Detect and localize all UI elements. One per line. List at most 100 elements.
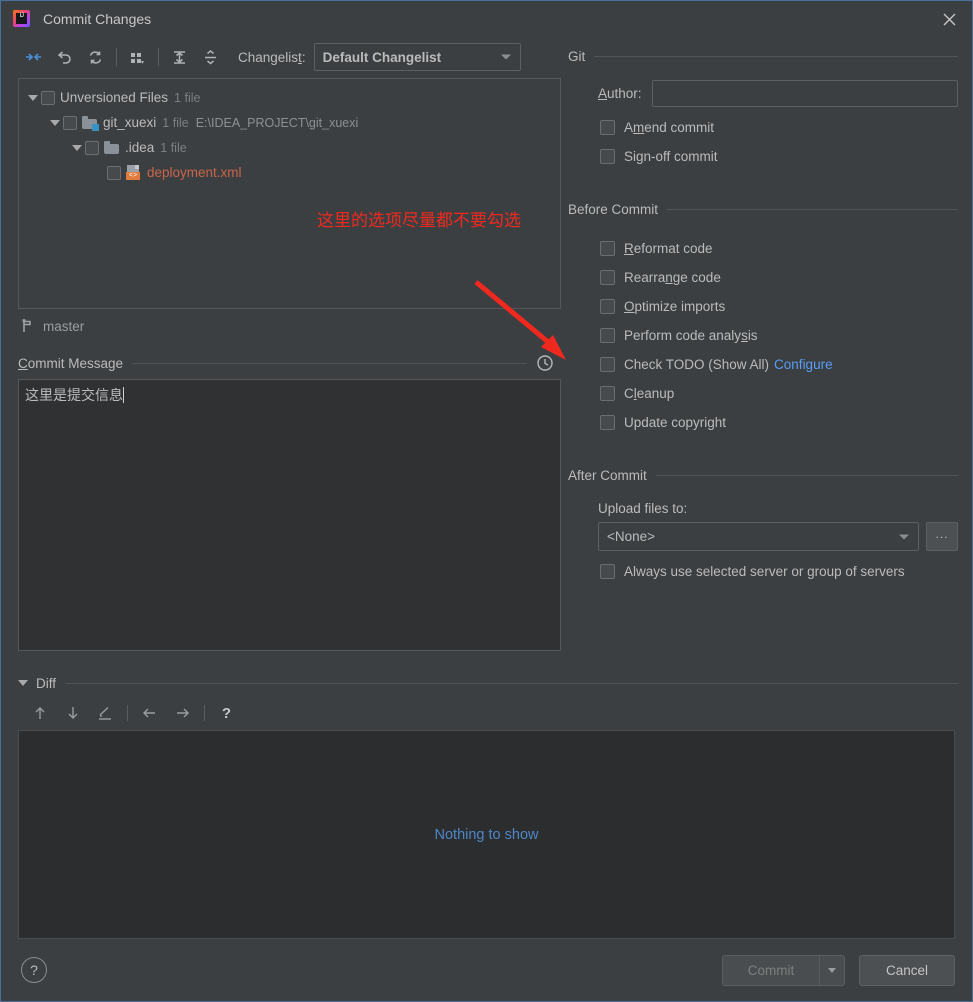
toolbar-separator [116, 48, 117, 66]
optimize-imports-checkbox[interactable] [600, 299, 615, 314]
collapse-all-button[interactable] [195, 43, 226, 71]
tree-row[interactable]: git_xuexi 1 file E:\IDEA_PROJECT\git_xue… [19, 110, 560, 135]
diff-empty-text: Nothing to show [434, 826, 539, 843]
diff-viewer: Nothing to show [18, 730, 955, 939]
diff-toolbar: ? [1, 696, 972, 730]
group-by-button[interactable] [122, 43, 153, 71]
optimize-imports-row[interactable]: Optimize imports [568, 292, 972, 321]
tree-row-label: Unversioned Files [60, 90, 169, 105]
rearrange-code-row[interactable]: Rearrange code [568, 263, 972, 292]
close-icon[interactable] [926, 1, 972, 37]
always-use-server-checkbox[interactable] [600, 564, 615, 579]
chevron-down-icon [500, 54, 511, 60]
changelist-label: Changelist: [238, 49, 306, 65]
commit-message-input[interactable]: 这里是提交信息 [18, 379, 561, 651]
dialog-body: Changelist: Default Changelist Unversion… [1, 37, 972, 670]
amend-commit-checkbox[interactable] [600, 120, 615, 135]
intellij-idea-logo-icon: IJ [12, 9, 32, 29]
update-copyright-label: Update copyright [624, 415, 727, 430]
update-copyright-checkbox[interactable] [600, 415, 615, 430]
question-mark-icon[interactable]: ? [210, 700, 243, 726]
chevron-expanded-icon[interactable] [47, 119, 63, 126]
sign-off-commit-checkbox[interactable] [600, 149, 615, 164]
rearrange-code-checkbox[interactable] [600, 270, 615, 285]
commit-message-header: Commit Message [18, 349, 561, 377]
toolbar-separator-2 [158, 48, 159, 66]
next-difference-button[interactable] [56, 700, 89, 726]
right-panel: Git Author: Amend commit Sign-off commit… [561, 37, 972, 670]
check-todo-checkbox[interactable] [600, 357, 615, 372]
after-commit-section-title: After Commit [568, 467, 647, 483]
tree-row-label: git_xuexi [103, 115, 157, 130]
amend-commit-label: Amend commit [624, 120, 715, 135]
commit-split-button: Commit [722, 954, 845, 986]
changes-tree[interactable]: Unversioned Files 1 file git_xuexi 1 fil… [18, 78, 561, 309]
expand-all-button[interactable] [164, 43, 195, 71]
check-todo-label: Check TODO (Show All) [624, 357, 770, 372]
changelist-value: Default Changelist [322, 49, 442, 65]
before-commit-section-header: Before Commit [568, 197, 972, 221]
after-commit-section-header: After Commit [568, 463, 972, 487]
amend-commit-row[interactable]: Amend commit [568, 113, 972, 142]
tree-row-path: E:\IDEA_PROJECT\git_xuexi [195, 115, 359, 130]
cancel-button[interactable]: Cancel [859, 954, 955, 986]
branch-name: master [43, 318, 85, 334]
sign-off-commit-row[interactable]: Sign-off commit [568, 142, 972, 171]
git-section-header: Git [568, 44, 972, 68]
divider [66, 682, 958, 684]
tree-row-checkbox[interactable] [107, 165, 121, 180]
previous-file-button[interactable] [133, 700, 166, 726]
tree-row-checkbox[interactable] [85, 140, 99, 155]
upload-target-row: <None> ... [568, 522, 972, 551]
chevron-expanded-icon[interactable] [69, 144, 85, 151]
changelist-dropdown[interactable]: Default Changelist [313, 43, 521, 71]
tree-row[interactable]: Unversioned Files 1 file [19, 85, 560, 110]
cleanup-checkbox[interactable] [600, 386, 615, 401]
tree-row-checkbox[interactable] [41, 90, 55, 105]
tree-row[interactable]: .idea 1 file [19, 135, 560, 160]
configure-link[interactable]: Configure [774, 357, 833, 372]
show-diff-button[interactable] [18, 43, 49, 71]
tree-row-label: deployment.xml [147, 165, 242, 180]
perform-code-analysis-row[interactable]: Perform code analysis [568, 321, 972, 350]
reformat-code-label: Reformat code [624, 241, 713, 256]
always-use-server-row[interactable]: Always use selected server or group of s… [568, 557, 972, 586]
author-field[interactable] [651, 80, 958, 107]
help-button[interactable]: ? [21, 957, 47, 983]
reformat-code-checkbox[interactable] [600, 241, 615, 256]
refresh-button[interactable] [80, 43, 111, 71]
author-row: Author: [568, 80, 972, 107]
chevron-expanded-icon[interactable] [18, 680, 28, 686]
branch-indicator: master [18, 313, 561, 339]
toolbar-separator-2 [204, 705, 205, 721]
tree-row-checkbox[interactable] [63, 115, 77, 130]
edit-source-pencil-icon[interactable] [89, 700, 122, 726]
upload-target-value: <None> [607, 529, 656, 544]
text-caret [123, 387, 124, 403]
commit-dropdown-button[interactable] [819, 954, 845, 986]
cleanup-label: Cleanup [624, 386, 675, 401]
chevron-expanded-icon[interactable] [25, 94, 41, 101]
changes-toolbar: Changelist: Default Changelist [18, 39, 561, 75]
tree-row-count: 1 file [174, 90, 201, 105]
cleanup-row[interactable]: Cleanup [568, 379, 972, 408]
tree-row[interactable]: <> deployment.xml [19, 160, 560, 185]
upload-files-label: Upload files to: [598, 501, 688, 516]
commit-button[interactable]: Commit [722, 954, 819, 986]
diff-section-title: Diff [36, 675, 57, 691]
browse-servers-button[interactable]: ... [926, 522, 958, 551]
before-commit-section-title: Before Commit [568, 201, 659, 217]
toolbar-separator [127, 705, 128, 721]
update-copyright-row[interactable]: Update copyright [568, 408, 972, 437]
diff-section-header[interactable]: Diff [1, 670, 972, 696]
reformat-code-row[interactable]: Reformat code [568, 234, 972, 263]
tree-row-label: .idea [125, 140, 155, 155]
folder-module-icon [82, 115, 99, 131]
check-todo-row[interactable]: Check TODO (Show All) Configure [568, 350, 972, 379]
revert-button[interactable] [49, 43, 80, 71]
upload-target-select[interactable]: <None> [598, 522, 919, 551]
previous-difference-button[interactable] [23, 700, 56, 726]
next-file-button[interactable] [166, 700, 199, 726]
perform-code-analysis-checkbox[interactable] [600, 328, 615, 343]
clock-history-icon[interactable] [536, 354, 554, 372]
